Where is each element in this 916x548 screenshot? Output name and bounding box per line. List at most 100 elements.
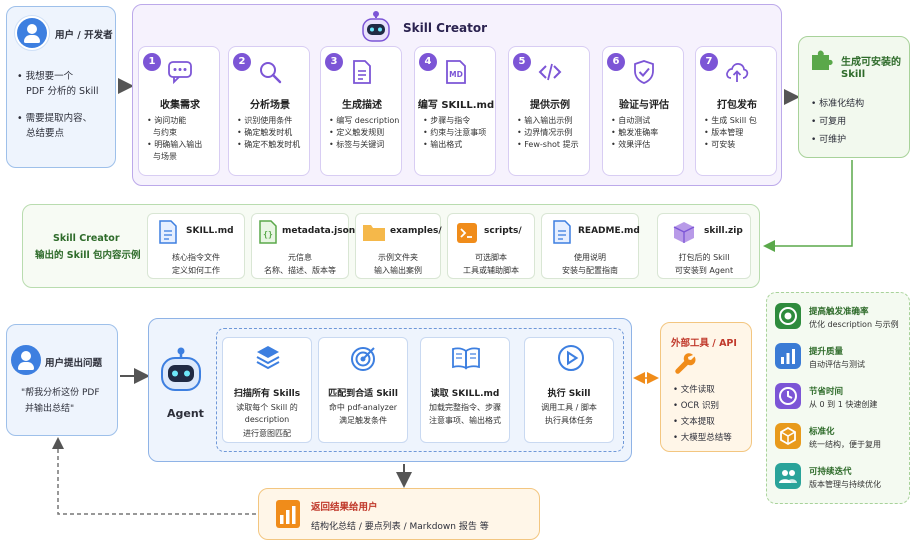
agent-step-line: 注意事项、输出格式: [429, 416, 501, 425]
json-file-icon: {}: [259, 220, 277, 244]
card-title: metadata.json: [282, 226, 356, 236]
step-line: • 效果评估: [611, 140, 651, 149]
package-card-skill-md: SKILL.md 核心指令文件 定义如何工作: [147, 213, 245, 279]
step-lines: • 询问功能 与约束 • 明确输入输出 与场景: [147, 115, 202, 163]
card-line: 使用说明: [574, 253, 606, 262]
result-title: 返回结果给用户: [311, 502, 378, 513]
agent-step-line: 进行意图匹配: [243, 429, 291, 438]
play-icon: [558, 345, 584, 371]
card-title: skill.zip: [704, 226, 743, 236]
card-line: 工具或辅助脚本: [463, 266, 519, 275]
magnifier-icon: [260, 62, 282, 84]
benefits-panel: 提高触发准确率 优化 description 与示例 提升质量 自动评估与测试 …: [766, 292, 910, 504]
card-line: 可选脚本: [475, 253, 507, 262]
benefit-title: 可持续迭代: [809, 467, 852, 477]
layers-icon: [256, 346, 280, 370]
benefit-title: 标准化: [809, 427, 835, 437]
package-label: Skill Creator: [53, 233, 120, 244]
step-number: 1: [143, 53, 161, 71]
package-box-icon: [673, 222, 695, 243]
step-line: • 询问功能: [147, 116, 187, 125]
creator-step-7: 7 打包发布 • 生成 Skill 包 • 版本管理 • 可安装: [695, 46, 777, 176]
folder-icon: [363, 225, 385, 241]
step-line: • 版本管理: [704, 128, 744, 137]
agent-step-title: 扫描所有 Skills: [233, 389, 301, 399]
svg-text:MD: MD: [449, 70, 463, 79]
agent-step-line: 加载完整指令、步骤: [429, 403, 501, 412]
user-bullet: 总结要点: [26, 128, 65, 139]
chat-bubble-icon: [168, 61, 192, 85]
result-desc: 结构化总结 / 要点列表 / Markdown 报告 等: [311, 522, 489, 532]
package-card-zip: skill.zip 打包后的 Skill 可安装到 Agent: [657, 213, 751, 279]
install-bullet: • 标准化结构: [811, 99, 865, 109]
step-line: • 触发准确率: [611, 128, 659, 137]
step-line: • 可安装: [704, 140, 736, 149]
question-title: 用户提出问题: [45, 358, 103, 369]
card-title: SKILL.md: [186, 226, 234, 236]
target-benefit-icon: [775, 303, 801, 329]
benefit-desc: 版本管理与持续优化: [809, 480, 881, 489]
tools-title: 外部工具 / API: [671, 338, 737, 349]
user-title: 用户 / 开发者: [55, 30, 113, 41]
card-line: 安装与配置指南: [562, 266, 618, 275]
creator-step-2: 2 分析场景 • 识别使用条件 • 确定触发时机 • 确定不触发时机: [228, 46, 310, 176]
user-question-box: 用户提出问题 "帮我分析这份 PDF 并输出总结": [6, 324, 118, 436]
install-title-2: Skill: [841, 69, 866, 80]
step-title: 提供示例: [530, 100, 570, 111]
package-card-readme: README.md 使用说明 安装与配置指南: [541, 213, 640, 279]
agent-step-scan: 扫描所有 Skills 读取每个 Skill 的 description 进行意…: [222, 337, 312, 443]
card-title: README.md: [578, 226, 640, 236]
creator-step-5: 5 提供示例 • 输入输出示例 • 边界情况示例 • Few-shot 提示: [508, 46, 590, 176]
clock-icon: [775, 383, 801, 409]
package-card-scripts: scripts/ 可选脚本 工具或辅助脚本: [447, 213, 535, 279]
user-avatar: [14, 15, 50, 51]
step-lines: • 输入输出示例 • 边界情况示例 • Few-shot 提示: [517, 115, 579, 151]
user-bullet: PDF 分析的 Skill: [26, 86, 99, 97]
shield-check-icon: [634, 60, 654, 84]
creator-title: Skill Creator: [403, 21, 487, 35]
question-quote: "帮我分析这份 PDF: [21, 388, 100, 398]
step-number: 3: [325, 53, 343, 71]
benefit-desc: 从 0 到 1 快速创建: [809, 400, 878, 409]
step-line: 与场景: [153, 152, 177, 161]
user-icon: [16, 17, 47, 48]
step-lines: • 步骤与指令 • 约束与注意事项 • 输出格式: [423, 115, 486, 151]
creator-step-3: 3 生成描述 • 编写 description • 定义触发规则 • 标签与关键…: [320, 46, 402, 176]
benefit-desc: 自动评估与测试: [809, 360, 865, 369]
installable-skill-box: 生成可安装的 Skill • 标准化结构 • 可复用 • 可维护: [798, 36, 910, 158]
agent-step-title: 读取 SKILL.md: [430, 389, 500, 399]
step-line: 与约束: [153, 128, 177, 137]
open-book-icon: [452, 347, 480, 370]
package-label-2: 输出的 Skill 包内容示例: [35, 250, 141, 261]
cube-icon: [775, 423, 801, 449]
step-line: • 编写 description: [329, 116, 400, 125]
skill-package-panel: Skill Creator 输出的 Skill 包内容示例 SKILL.md 核…: [22, 204, 760, 288]
robot-icon: [362, 11, 390, 42]
cloud-upload-icon: [726, 63, 749, 82]
puzzle-icon: [812, 50, 833, 70]
step-line: • 定义触发规则: [329, 128, 385, 137]
agent-step-title: 执行 Skill: [547, 389, 591, 399]
step-number: 5: [513, 53, 531, 71]
wrench-icon: [675, 353, 696, 374]
tools-bullet: • 文件读取: [673, 385, 715, 395]
agent-step-line: 命中 pdf-analyzer: [328, 403, 398, 412]
agent-step-line: description: [244, 415, 290, 424]
step-number: 7: [700, 53, 718, 71]
step-line: • 明确输入输出: [147, 140, 203, 149]
package-card-metadata: {} metadata.json 元信息 名称、描述、版本等: [251, 213, 355, 279]
card-title: scripts/: [484, 226, 522, 236]
step-title: 生成描述: [342, 100, 382, 111]
step-line: • 约束与注意事项: [423, 128, 487, 137]
step-line: • 输入输出示例: [517, 116, 573, 125]
step-line: • 自动测试: [611, 116, 651, 125]
user-bullet: • 需要提取内容、: [17, 113, 93, 124]
tools-bullet: • 文本提取: [673, 417, 715, 427]
agent-step-line: 满足触发条件: [339, 416, 387, 425]
card-line: 定义如何工作: [172, 266, 220, 275]
card-line: 可安装到 Agent: [674, 266, 734, 275]
install-title: 生成可安装的: [841, 57, 901, 68]
step-title: 打包发布: [717, 100, 757, 111]
benefit-desc: 统一结构，便于复用: [809, 440, 881, 449]
creator-step-6: 6 验证与评估 • 自动测试 • 触发准确率 • 效果评估: [602, 46, 684, 176]
